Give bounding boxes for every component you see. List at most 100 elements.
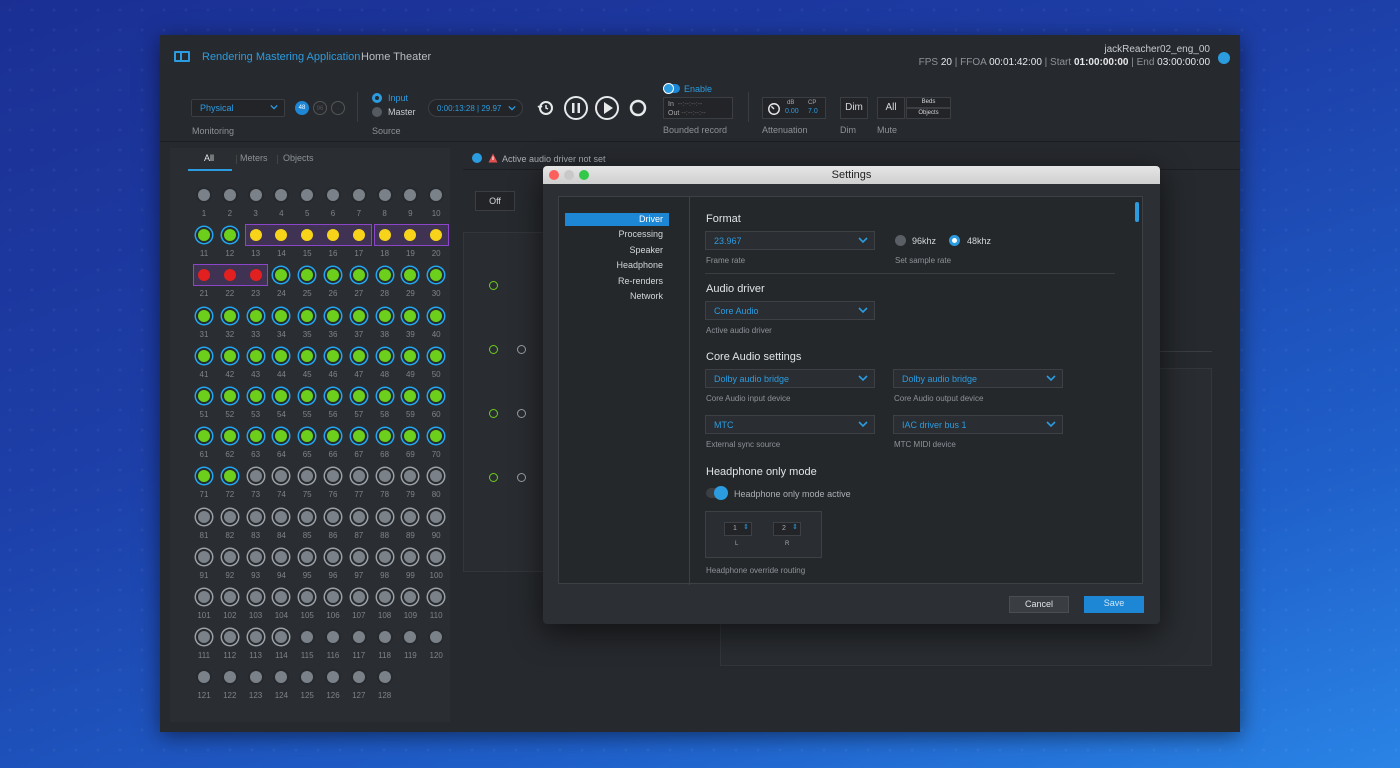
channel-75[interactable]: 75 <box>294 464 320 504</box>
channel-47[interactable]: 47 <box>346 344 372 384</box>
channel-112[interactable]: 112 <box>217 625 243 665</box>
midi-device-select[interactable]: IAC driver bus 1 <box>893 415 1063 434</box>
channel-18[interactable]: 18 <box>372 223 398 263</box>
channel-97[interactable]: 97 <box>346 545 372 585</box>
channel-121[interactable]: 121 <box>191 665 217 705</box>
close-icon[interactable] <box>549 170 559 180</box>
channel-19[interactable]: 19 <box>397 223 423 263</box>
channel-92[interactable]: 92 <box>217 545 243 585</box>
routing-r-stepper[interactable]: 2 ⇕ <box>773 522 801 536</box>
channel-30[interactable]: 30 <box>423 263 449 303</box>
cancel-button[interactable]: Cancel <box>1009 596 1069 613</box>
tab-objects[interactable]: Objects <box>283 153 314 163</box>
channel-114[interactable]: 114 <box>268 625 294 665</box>
scrollbar-thumb[interactable] <box>1135 202 1139 222</box>
channel-70[interactable]: 70 <box>423 424 449 464</box>
channel-119[interactable]: 119 <box>397 625 423 665</box>
channel-98[interactable]: 98 <box>372 545 398 585</box>
channel-110[interactable]: 110 <box>423 585 449 625</box>
nav-speaker[interactable]: Speaker <box>565 244 669 257</box>
tab-all[interactable]: All <box>204 153 214 163</box>
channel-106[interactable]: 106 <box>320 585 346 625</box>
channel-37[interactable]: 37 <box>346 304 372 344</box>
mute-beds-button[interactable]: Beds <box>906 97 951 108</box>
channel-24[interactable]: 24 <box>268 263 294 303</box>
channel-38[interactable]: 38 <box>372 304 398 344</box>
channel-27[interactable]: 27 <box>346 263 372 303</box>
channel-36[interactable]: 36 <box>320 304 346 344</box>
headphone-only-toggle[interactable] <box>706 486 728 500</box>
channel-26[interactable]: 26 <box>320 263 346 303</box>
channel-55[interactable]: 55 <box>294 384 320 424</box>
pause-button[interactable] <box>564 96 588 120</box>
channel-56[interactable]: 56 <box>320 384 346 424</box>
channel-73[interactable]: 73 <box>243 464 269 504</box>
timecode-select[interactable]: 0:00:13:28 | 29.97 <box>428 99 523 117</box>
channel-109[interactable]: 109 <box>397 585 423 625</box>
rate-extra-badge[interactable]: · <box>331 101 345 115</box>
channel-122[interactable]: 122 <box>217 665 243 705</box>
mute-all-button[interactable]: All <box>877 97 905 119</box>
channel-14[interactable]: 14 <box>268 223 294 263</box>
channel-96[interactable]: 96 <box>320 545 346 585</box>
channel-81[interactable]: 81 <box>191 505 217 545</box>
save-button[interactable]: Save <box>1084 596 1144 613</box>
channel-118[interactable]: 118 <box>372 625 398 665</box>
channel-34[interactable]: 34 <box>268 304 294 344</box>
channel-115[interactable]: 115 <box>294 625 320 665</box>
play-button[interactable] <box>595 96 619 120</box>
attenuation-control[interactable]: dB CP 0.00 7.0 <box>762 97 826 119</box>
channel-76[interactable]: 76 <box>320 464 346 504</box>
channel-64[interactable]: 64 <box>268 424 294 464</box>
channel-105[interactable]: 105 <box>294 585 320 625</box>
channel-82[interactable]: 82 <box>217 505 243 545</box>
channel-17[interactable]: 17 <box>346 223 372 263</box>
channel-35[interactable]: 35 <box>294 304 320 344</box>
channel-32[interactable]: 32 <box>217 304 243 344</box>
channel-117[interactable]: 117 <box>346 625 372 665</box>
zoom-icon[interactable] <box>579 170 589 180</box>
sync-source-select[interactable]: MTC <box>705 415 875 434</box>
input-device-select[interactable]: Dolby audio bridge <box>705 369 875 388</box>
channel-48[interactable]: 48 <box>372 344 398 384</box>
channel-22[interactable]: 22 <box>217 263 243 303</box>
nav-network[interactable]: Network <box>565 290 669 303</box>
monitoring-select[interactable]: Physical <box>191 99 285 117</box>
channel-128[interactable]: 128 <box>372 665 398 705</box>
channel-63[interactable]: 63 <box>243 424 269 464</box>
channel-85[interactable]: 85 <box>294 505 320 545</box>
channel-79[interactable]: 79 <box>397 464 423 504</box>
channel-67[interactable]: 67 <box>346 424 372 464</box>
channel-13[interactable]: 13 <box>243 223 269 263</box>
channel-42[interactable]: 42 <box>217 344 243 384</box>
channel-108[interactable]: 108 <box>372 585 398 625</box>
tab-meters[interactable]: Meters <box>240 153 268 163</box>
channel-123[interactable]: 123 <box>243 665 269 705</box>
channel-58[interactable]: 58 <box>372 384 398 424</box>
channel-72[interactable]: 72 <box>217 464 243 504</box>
channel-101[interactable]: 101 <box>191 585 217 625</box>
channel-12[interactable]: 12 <box>217 223 243 263</box>
channel-104[interactable]: 104 <box>268 585 294 625</box>
channel-71[interactable]: 71 <box>191 464 217 504</box>
channel-100[interactable]: 100 <box>423 545 449 585</box>
channel-94[interactable]: 94 <box>268 545 294 585</box>
channel-77[interactable]: 77 <box>346 464 372 504</box>
channel-84[interactable]: 84 <box>268 505 294 545</box>
channel-21[interactable]: 21 <box>191 263 217 303</box>
channel-57[interactable]: 57 <box>346 384 372 424</box>
channel-28[interactable]: 28 <box>372 263 398 303</box>
minimize-icon[interactable] <box>564 170 574 180</box>
channel-51[interactable]: 51 <box>191 384 217 424</box>
channel-103[interactable]: 103 <box>243 585 269 625</box>
channel-107[interactable]: 107 <box>346 585 372 625</box>
frame-rate-select[interactable]: 23.967 <box>705 231 875 250</box>
rate-96-badge[interactable]: 96 <box>313 101 327 115</box>
info-icon[interactable] <box>472 153 482 163</box>
dim-button[interactable]: Dim <box>840 97 868 119</box>
channel-113[interactable]: 113 <box>243 625 269 665</box>
channel-2[interactable]: 2 <box>217 183 243 223</box>
channel-29[interactable]: 29 <box>397 263 423 303</box>
channel-60[interactable]: 60 <box>423 384 449 424</box>
channel-99[interactable]: 99 <box>397 545 423 585</box>
